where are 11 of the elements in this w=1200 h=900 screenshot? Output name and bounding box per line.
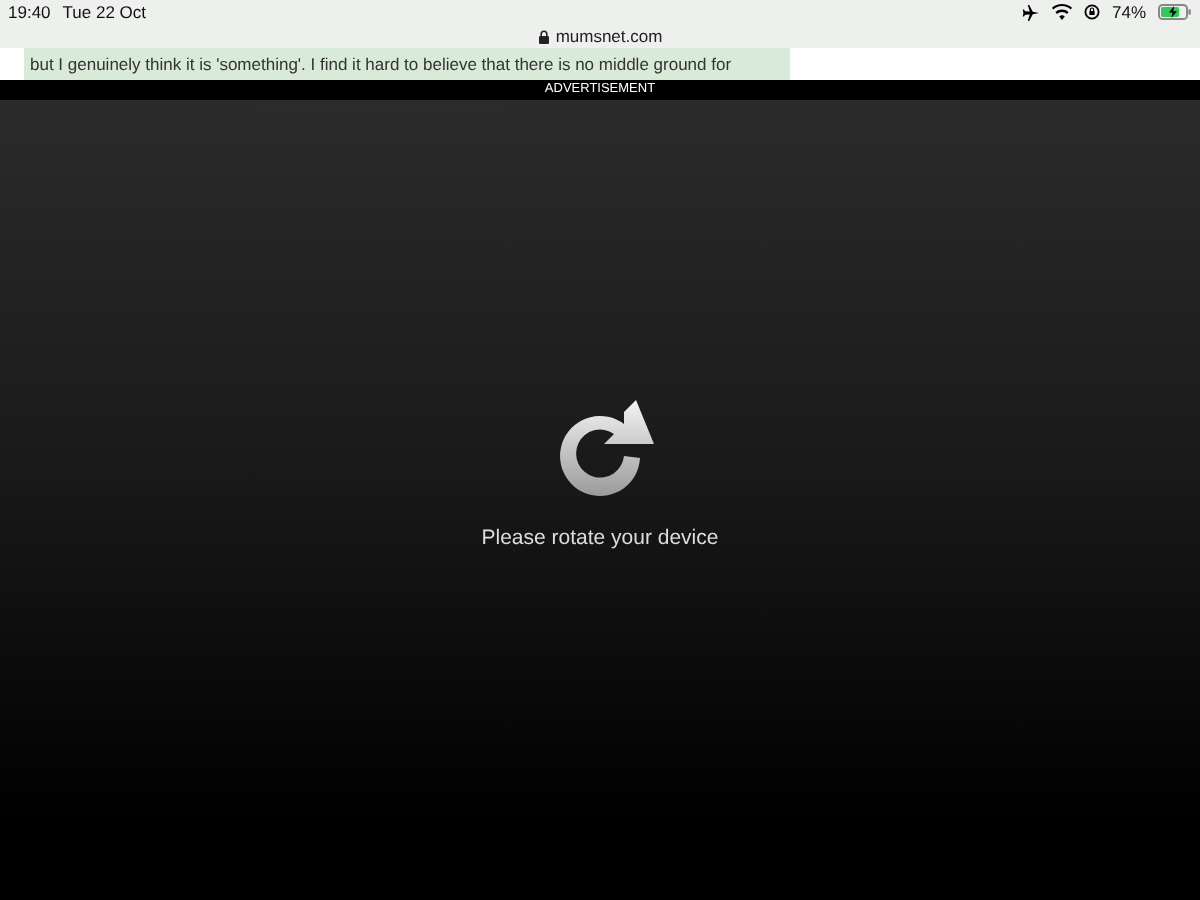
post-text: but I genuinely think it is 'something'. I find it hard to believe that there is no middle ground for	[24, 48, 790, 80]
status-time: 19:40	[8, 2, 51, 22]
battery-percentage: 74%	[1111, 2, 1146, 22]
battery-charging-icon	[1158, 4, 1192, 20]
lock-icon	[537, 29, 550, 43]
status-date: Tue 22 Oct	[62, 2, 147, 22]
airplane-icon	[1021, 3, 1040, 21]
rotate-device-message: Please rotate your device	[481, 526, 719, 550]
address-bar-url[interactable]: mumsnet.com	[555, 26, 663, 46]
lock-rotation-icon	[1083, 4, 1100, 20]
wifi-icon	[1051, 4, 1072, 20]
